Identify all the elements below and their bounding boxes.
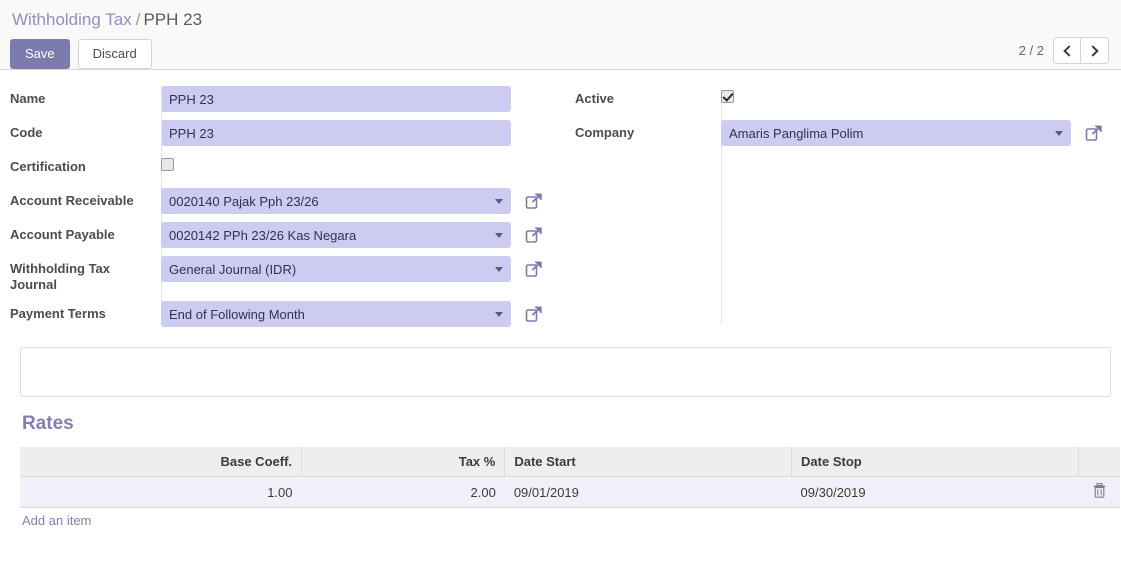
field-row-account-receivable: Account Receivable 0020140 Pajak Pph 23/… [10, 188, 570, 214]
account-receivable-select[interactable]: 0020140 Pajak Pph 23/26 [161, 188, 511, 214]
chevron-down-icon [495, 233, 503, 238]
cell-date-start[interactable]: 09/01/2019 [504, 476, 792, 508]
certification-label: Certification [10, 159, 86, 174]
account-receivable-external-link-icon[interactable] [525, 192, 543, 210]
pager-previous-button[interactable] [1053, 37, 1081, 64]
account-payable-select[interactable]: 0020142 PPh 23/26 Kas Negara [161, 222, 511, 248]
cell-date-stop[interactable]: 09/30/2019 [791, 476, 1079, 508]
field-row-withholding-tax-journal: Withholding Tax Journal General Journal … [10, 256, 570, 293]
breadcrumb-separator: / [135, 10, 141, 29]
action-button-row: Save Discard 2 / 2 [10, 37, 1111, 69]
form-grid: Name Code Certification Account Receivab… [10, 70, 1111, 335]
payment-terms-label: Payment Terms [10, 306, 106, 321]
breadcrumb: Withholding Tax / PPH 23 [10, 6, 1111, 31]
pager-next-button[interactable] [1081, 37, 1109, 64]
rates-table: Base Coeff. Tax % Date Start Date Stop 1… [20, 447, 1120, 508]
cell-delete-action[interactable] [1078, 476, 1120, 508]
pager-count: 2 / 2 [1018, 43, 1044, 58]
chevron-left-icon [1062, 44, 1075, 57]
account-receivable-label: Account Receivable [10, 193, 134, 208]
withholding-tax-journal-select[interactable]: General Journal (IDR) [161, 256, 511, 282]
discard-button[interactable]: Discard [77, 39, 152, 69]
rates-table-body: 1.00 2.00 09/01/2019 09/30/2019 [20, 476, 1120, 508]
form-column-left: Name Code Certification Account Receivab… [10, 86, 570, 335]
rates-section-title: Rates [22, 413, 74, 434]
column-header-base-coeff[interactable]: Base Coeff. [20, 447, 303, 477]
account-payable-label: Account Payable [10, 227, 115, 242]
chevron-down-icon [495, 312, 503, 317]
control-panel: Withholding Tax / PPH 23 Save Discard 2 / … [0, 0, 1121, 70]
field-row-active: Active [570, 86, 1110, 112]
trash-icon[interactable] [1093, 483, 1106, 501]
record-pager: 2 / 2 [1019, 37, 1109, 64]
payment-terms-select[interactable]: End of Following Month [161, 301, 511, 327]
chevron-down-icon [495, 199, 503, 204]
field-row-payment-terms: Payment Terms End of Following Month [10, 301, 570, 327]
rates-table-header: Base Coeff. Tax % Date Start Date Stop [20, 447, 1120, 477]
payment-terms-value: End of Following Month [169, 306, 305, 322]
field-row-name: Name [10, 86, 570, 112]
company-select[interactable]: Amaris Panglima Polim [721, 120, 1071, 146]
field-row-company: Company Amaris Panglima Polim [570, 120, 1110, 146]
certification-checkbox[interactable] [161, 158, 174, 171]
cell-base-coeff[interactable]: 1.00 [20, 476, 302, 508]
column-header-actions [1078, 447, 1120, 477]
withholding-tax-journal-value: General Journal (IDR) [169, 261, 297, 277]
company-external-link-icon[interactable] [1085, 124, 1103, 142]
company-value: Amaris Panglima Polim [729, 125, 864, 141]
payment-terms-external-link-icon[interactable] [525, 305, 543, 323]
form-column-right: Active Company Amaris Panglima Polim [570, 86, 1110, 335]
chevron-down-icon [495, 267, 503, 272]
save-button[interactable]: Save [10, 39, 70, 69]
cell-tax-pct[interactable]: 2.00 [301, 476, 505, 508]
field-row-account-payable: Account Payable 0020142 PPh 23/26 Kas Ne… [10, 222, 570, 248]
column-header-tax-pct[interactable]: Tax % [301, 447, 506, 477]
table-row[interactable]: 1.00 2.00 09/01/2019 09/30/2019 [20, 476, 1120, 508]
field-row-code: Code [10, 120, 570, 146]
pager-buttons [1053, 37, 1109, 64]
name-input[interactable] [161, 86, 511, 112]
withholding-tax-journal-external-link-icon[interactable] [525, 260, 543, 278]
withholding-tax-journal-label: Withholding Tax Journal [10, 261, 111, 292]
company-label: Company [575, 125, 635, 140]
name-label: Name [10, 91, 46, 106]
table-header-row: Base Coeff. Tax % Date Start Date Stop [20, 447, 1120, 477]
code-label: Code [10, 125, 43, 140]
active-label: Active [575, 91, 615, 106]
notes-section [10, 335, 1111, 397]
chevron-down-icon [1055, 131, 1063, 136]
account-payable-external-link-icon[interactable] [525, 226, 543, 244]
field-row-certification: Certification [10, 154, 570, 180]
chevron-right-icon [1087, 44, 1099, 57]
notes-textarea[interactable] [20, 347, 1111, 397]
breadcrumb-current: PPH 23 [143, 10, 203, 29]
column-header-date-start[interactable]: Date Start [504, 447, 793, 477]
account-receivable-value: 0020140 Pajak Pph 23/26 [169, 193, 319, 209]
form-sheet: Name Code Certification Account Receivab… [0, 70, 1121, 528]
active-checkbox[interactable] [721, 90, 734, 103]
breadcrumb-root-link[interactable]: Withholding Tax [12, 10, 132, 29]
code-input[interactable] [161, 120, 511, 146]
add-an-item-link[interactable]: Add an item [10, 508, 1111, 528]
column-header-date-stop[interactable]: Date Stop [791, 447, 1079, 477]
account-payable-value: 0020142 PPh 23/26 Kas Negara [169, 227, 357, 243]
